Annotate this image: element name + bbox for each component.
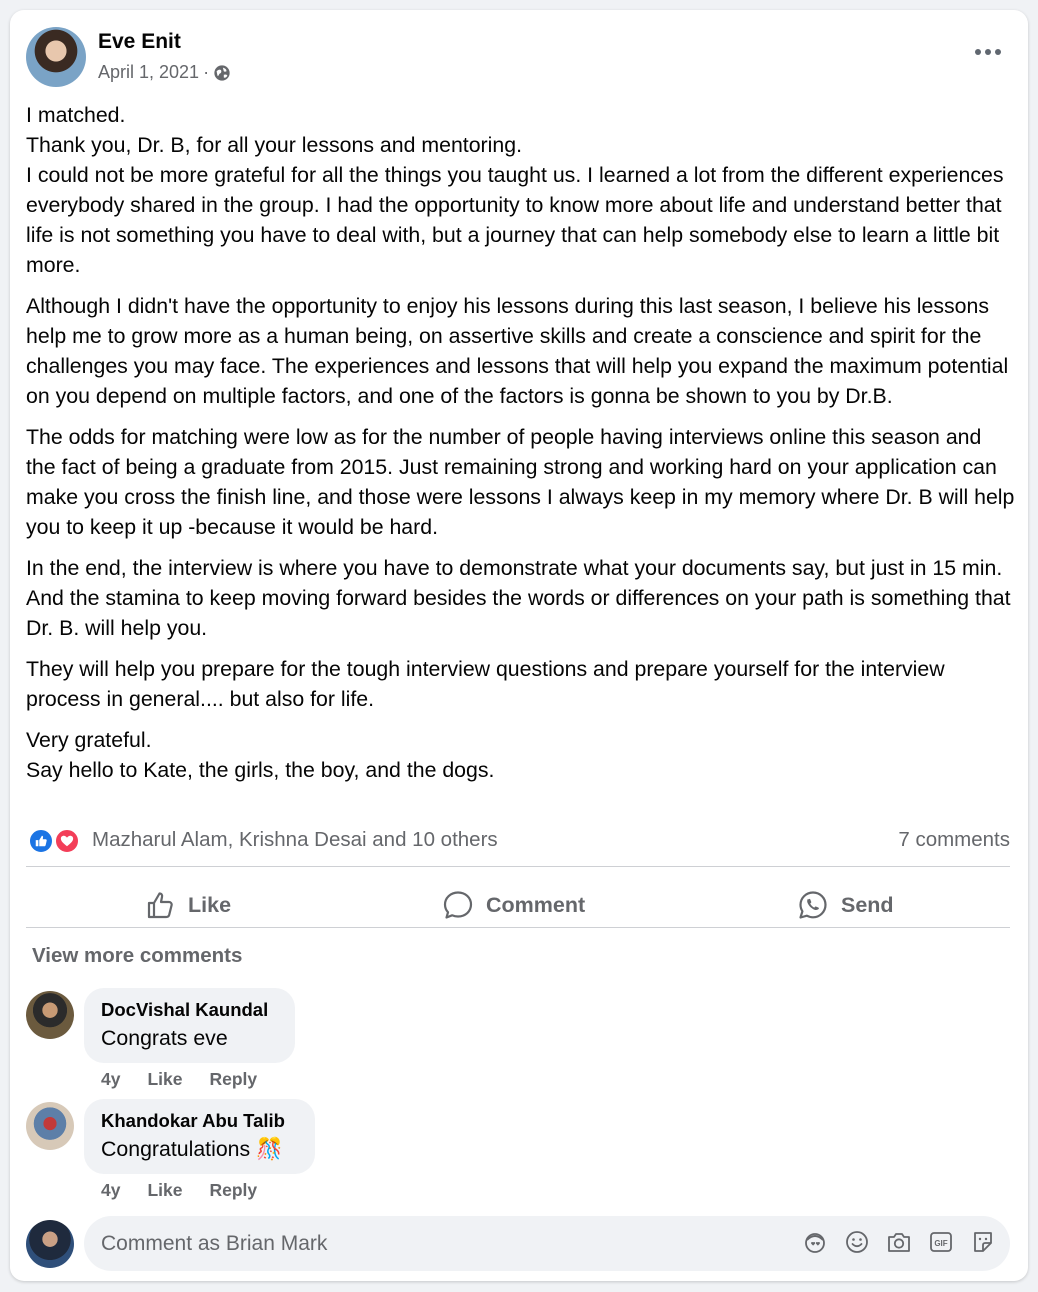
post-paragraph: In the end, the interview is where you h… — [26, 556, 1011, 640]
comment-count[interactable]: 7 comments — [898, 828, 1010, 852]
post-date[interactable]: April 1, 2021 — [98, 62, 199, 83]
divider — [26, 927, 1010, 928]
comment-bubble: DocVishal Kaundal Congrats eve — [84, 988, 295, 1063]
comment-time[interactable]: 4y — [101, 1180, 120, 1201]
gif-icon[interactable]: GIF — [928, 1229, 954, 1255]
comment-text: Congrats eve — [101, 1026, 228, 1050]
send-label: Send — [841, 892, 894, 917]
emoji-icon[interactable] — [844, 1229, 870, 1255]
current-user-avatar[interactable] — [26, 1220, 74, 1268]
commenter-name[interactable]: Khandokar Abu Talib — [101, 1108, 297, 1134]
comment-bubble: Khandokar Abu Talib Congratulations 🎊 — [84, 1099, 315, 1174]
like-reaction-icon — [28, 828, 54, 854]
like-label: Like — [188, 892, 232, 917]
post-paragraph: Although I didn't have the opportunity t… — [26, 294, 1009, 408]
post-card: Eve Enit April 1, 2021 · I matched. Than… — [10, 10, 1028, 1281]
whatsapp-icon — [799, 891, 827, 919]
meta-separator: · — [203, 62, 210, 82]
author-name[interactable]: Eve Enit — [98, 30, 181, 54]
post-paragraph: They will help you prepare for the tough… — [26, 657, 945, 711]
more-options-icon[interactable] — [970, 40, 1006, 64]
like-button[interactable]: Like — [144, 876, 231, 934]
divider — [26, 866, 1010, 867]
comment-time[interactable]: 4y — [101, 1069, 120, 1090]
reaction-icons[interactable] — [28, 828, 84, 854]
reactions-summary: Mazharul Alam, Krishna Desai and 10 othe… — [28, 826, 1010, 856]
comment-reply-button[interactable]: Reply — [210, 1069, 258, 1090]
comment-text: Congratulations 🎊 — [101, 1137, 283, 1161]
commenter-avatar[interactable] — [26, 1102, 74, 1150]
post-text: I matched. Thank you, Dr. B, for all you… — [26, 100, 1016, 796]
comment-like-button[interactable]: Like — [147, 1069, 182, 1090]
comment-like-button[interactable]: Like — [147, 1180, 182, 1201]
commenter-avatar[interactable] — [26, 991, 74, 1039]
thumbs-up-icon — [147, 892, 173, 919]
comment-button[interactable]: Comment — [442, 876, 585, 934]
comment-bubble-icon — [443, 891, 473, 919]
comment-actions: 4y Like Reply — [101, 1180, 284, 1201]
sticker-icon[interactable] — [970, 1229, 996, 1255]
globe-icon[interactable] — [213, 64, 231, 82]
comment-composer: GIF — [84, 1216, 1010, 1271]
commenter-name[interactable]: DocVishal Kaundal — [101, 997, 277, 1023]
post-paragraph: The odds for matching were low as for th… — [26, 425, 1015, 539]
comment-label: Comment — [486, 892, 586, 917]
post-meta: April 1, 2021 · — [98, 62, 231, 83]
view-more-comments-link[interactable]: View more comments — [32, 944, 242, 968]
reaction-names[interactable]: Mazharul Alam, Krishna Desai and 10 othe… — [92, 828, 498, 852]
author-avatar[interactable] — [26, 27, 86, 87]
composer-tools: GIF — [802, 1229, 996, 1257]
comment-actions: 4y Like Reply — [101, 1069, 284, 1090]
comment-reply-button[interactable]: Reply — [210, 1180, 258, 1201]
comment-input[interactable] — [84, 1216, 774, 1271]
post-paragraph: Very grateful. Say hello to Kate, the gi… — [26, 728, 495, 782]
avatar-sticker-icon[interactable] — [802, 1229, 828, 1255]
post-paragraph: I matched. Thank you, Dr. B, for all you… — [26, 103, 1004, 277]
love-reaction-icon — [54, 828, 80, 854]
camera-icon[interactable] — [886, 1229, 912, 1255]
svg-text:GIF: GIF — [934, 1239, 947, 1248]
send-button[interactable]: Send — [797, 876, 894, 934]
